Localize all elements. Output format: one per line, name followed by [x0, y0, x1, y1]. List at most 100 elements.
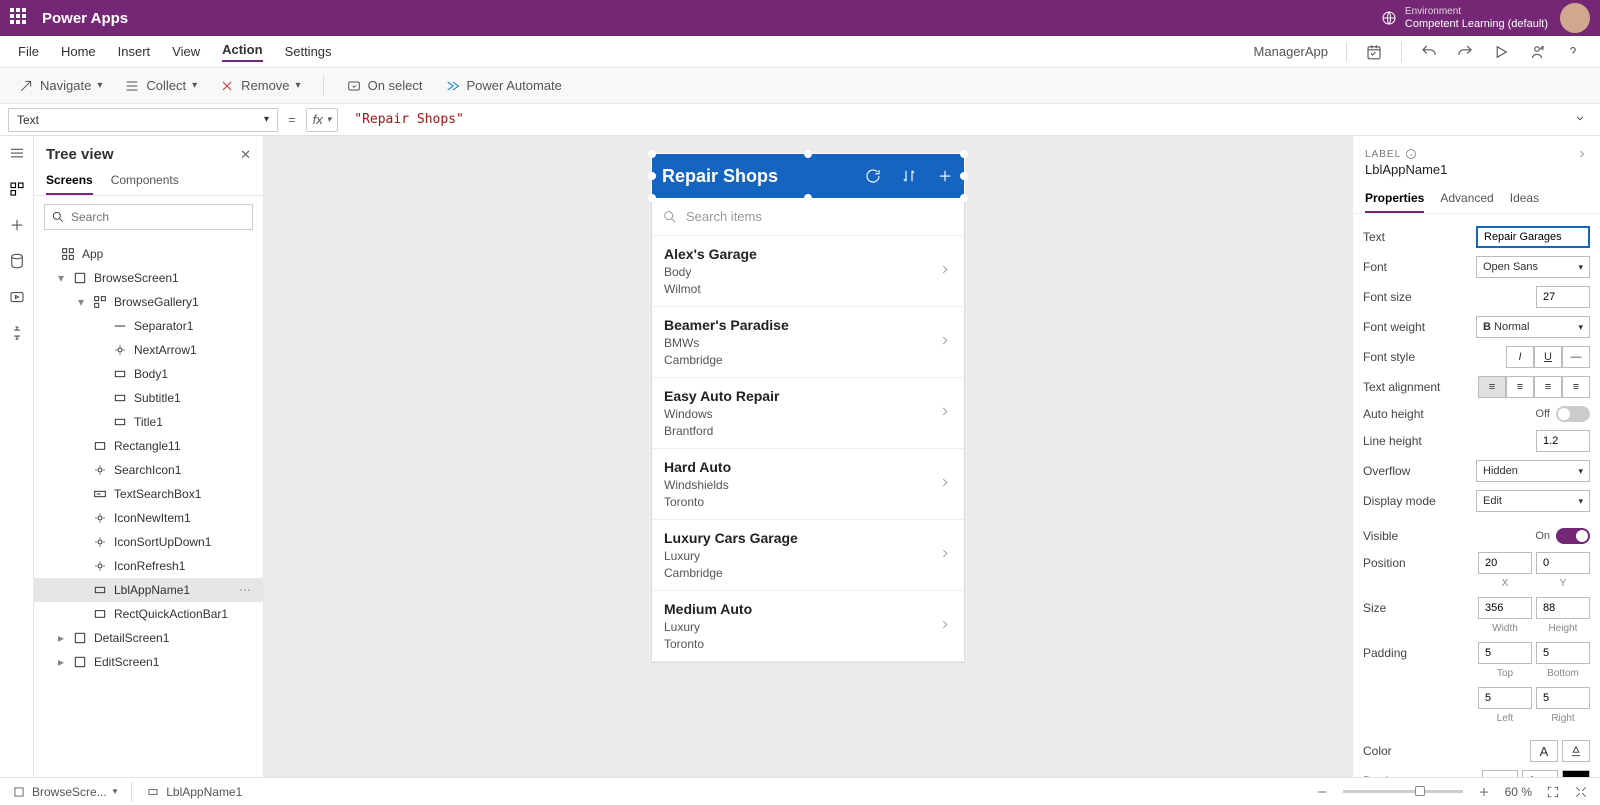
pad-right-input[interactable]	[1536, 687, 1590, 709]
pos-y-input[interactable]	[1536, 552, 1590, 574]
zoom-out-icon[interactable]	[1315, 785, 1329, 799]
fx-button[interactable]: fx▾	[306, 108, 339, 132]
border-color-swatch[interactable]	[1562, 770, 1590, 777]
menu-view[interactable]: View	[172, 44, 200, 59]
align-justify-button[interactable]: ≡	[1562, 376, 1590, 398]
powerautomate-button[interactable]: Power Automate	[445, 78, 562, 94]
underline-button[interactable]: U	[1534, 346, 1562, 368]
tree-item[interactable]: Rectangle11	[34, 434, 263, 458]
fit-icon[interactable]	[1546, 785, 1560, 799]
property-selector[interactable]: Text▾	[8, 108, 278, 132]
tree-item[interactable]: Subtitle1	[34, 386, 263, 410]
fullscreen-icon[interactable]	[1574, 785, 1588, 799]
height-input[interactable]	[1536, 597, 1590, 619]
menu-insert[interactable]: Insert	[118, 44, 151, 59]
tree-search[interactable]	[44, 204, 253, 230]
tree-item[interactable]: Title1	[34, 410, 263, 434]
displaymode-select[interactable]: Edit▾	[1476, 490, 1590, 512]
tab-ideas[interactable]: Ideas	[1510, 191, 1539, 213]
refresh-icon[interactable]	[864, 167, 882, 185]
tree-item[interactable]: RectQuickActionBar1	[34, 602, 263, 626]
pos-x-input[interactable]	[1478, 552, 1532, 574]
environment-picker[interactable]: Environment Competent Learning (default)	[1381, 5, 1548, 31]
tree-item[interactable]: TextSearchBox1	[34, 482, 263, 506]
selected-label-header[interactable]: Repair Shops	[652, 154, 964, 198]
tree-item[interactable]: ▾BrowseGallery1	[34, 290, 263, 314]
tree-item[interactable]: Body1	[34, 362, 263, 386]
help-icon[interactable]	[1564, 43, 1582, 61]
align-right-button[interactable]: ≡	[1534, 376, 1562, 398]
font-select[interactable]: Open Sans▾	[1476, 256, 1590, 278]
tree-item[interactable]: IconRefresh1	[34, 554, 263, 578]
menu-file[interactable]: File	[18, 44, 39, 59]
tree-item[interactable]: Separator1	[34, 314, 263, 338]
gallery-item[interactable]: Medium AutoLuxuryToronto	[652, 591, 964, 662]
zoom-slider[interactable]	[1343, 790, 1463, 793]
breadcrumb-screen[interactable]: BrowseScre...▾	[12, 785, 117, 799]
menu-action[interactable]: Action	[222, 42, 262, 62]
insert-icon[interactable]	[8, 216, 26, 234]
zoom-in-icon[interactable]	[1477, 785, 1491, 799]
remove-button[interactable]: Remove▾	[219, 78, 300, 94]
share-icon[interactable]	[1528, 43, 1546, 61]
overflow-select[interactable]: Hidden▾	[1476, 460, 1590, 482]
tab-properties[interactable]: Properties	[1365, 191, 1424, 213]
border-width-input[interactable]	[1522, 770, 1558, 777]
tree-item[interactable]: ▾BrowseScreen1	[34, 266, 263, 290]
tab-advanced[interactable]: Advanced	[1440, 191, 1493, 213]
info-icon[interactable]	[1405, 148, 1417, 160]
tree-item[interactable]: IconNewItem1	[34, 506, 263, 530]
tab-screens[interactable]: Screens	[46, 167, 93, 195]
italic-button[interactable]: I	[1506, 346, 1534, 368]
text-input[interactable]	[1476, 226, 1590, 248]
close-treeview-icon[interactable]: ✕	[240, 147, 251, 163]
formula-input[interactable]	[348, 108, 1558, 132]
onselect-button[interactable]: On select	[346, 78, 423, 94]
tree-item[interactable]: IconSortUpDown1	[34, 530, 263, 554]
app-checker-icon[interactable]	[1365, 43, 1383, 61]
breadcrumb-control[interactable]: LblAppName1	[146, 785, 242, 799]
canvas[interactable]: Repair Shops Search items Alex's GarageB…	[264, 136, 1352, 777]
user-avatar[interactable]	[1560, 3, 1590, 33]
gallery-item[interactable]: Hard AutoWindshieldsToronto	[652, 449, 964, 520]
pad-left-input[interactable]	[1478, 687, 1532, 709]
align-center-button[interactable]: ≡	[1506, 376, 1534, 398]
hamburger-icon[interactable]	[8, 144, 26, 162]
tree-item[interactable]: SearchIcon1	[34, 458, 263, 482]
tree-item[interactable]: LblAppName1⋯	[34, 578, 263, 602]
width-input[interactable]	[1478, 597, 1532, 619]
pad-bottom-input[interactable]	[1536, 642, 1590, 664]
undo-icon[interactable]	[1420, 43, 1438, 61]
redo-icon[interactable]	[1456, 43, 1474, 61]
border-style-select[interactable]: —▾	[1482, 770, 1518, 777]
add-icon[interactable]	[936, 167, 954, 185]
pad-top-input[interactable]	[1478, 642, 1532, 664]
tree-item[interactable]: ▸EditScreen1	[34, 650, 263, 674]
menu-settings[interactable]: Settings	[285, 44, 332, 59]
gallery-item[interactable]: Alex's GarageBodyWilmot	[652, 236, 964, 307]
gallery-item[interactable]: Luxury Cars GarageLuxuryCambridge	[652, 520, 964, 591]
strike-button[interactable]: —	[1562, 346, 1590, 368]
formula-expand-icon[interactable]	[1568, 111, 1592, 128]
tree-item[interactable]: NextArrow1	[34, 338, 263, 362]
app-launcher-icon[interactable]	[10, 8, 30, 28]
align-left-button[interactable]: ≡	[1478, 376, 1506, 398]
data-icon[interactable]	[8, 252, 26, 270]
fontweight-select[interactable]: B Normal▾	[1476, 316, 1590, 338]
media-icon[interactable]	[8, 288, 26, 306]
lineheight-input[interactable]	[1536, 430, 1590, 452]
gallery-item[interactable]: Easy Auto RepairWindowsBrantford	[652, 378, 964, 449]
tree-item[interactable]: ▸DetailScreen1	[34, 626, 263, 650]
tools-icon[interactable]	[8, 324, 26, 342]
treeview-icon[interactable]	[8, 180, 26, 198]
font-color-button[interactable]: A	[1530, 740, 1558, 762]
fontsize-input[interactable]	[1536, 286, 1590, 308]
chevron-right-icon[interactable]	[1576, 148, 1588, 160]
phone-search[interactable]: Search items	[652, 198, 964, 236]
play-icon[interactable]	[1492, 43, 1510, 61]
autoheight-toggle[interactable]	[1556, 406, 1590, 422]
navigate-button[interactable]: Navigate▾	[18, 78, 102, 94]
collect-button[interactable]: Collect▾	[124, 78, 197, 94]
tab-components[interactable]: Components	[111, 167, 179, 195]
fill-color-button[interactable]	[1562, 740, 1590, 762]
